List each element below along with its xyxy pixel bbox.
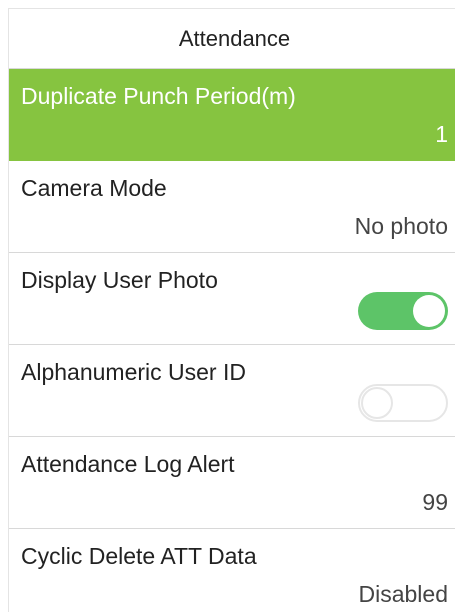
menu-item-camera-mode[interactable]: Camera Mode No photo	[9, 161, 455, 253]
alphanumeric-user-id-toggle[interactable]	[358, 384, 448, 422]
menu-item-attendance-log-alert[interactable]: Attendance Log Alert 99	[9, 437, 455, 529]
attendance-screen: Attendance Duplicate Punch Period(m) 1 C…	[8, 8, 455, 612]
menu-item-label: Camera Mode	[21, 175, 167, 201]
menu-item-duplicate-punch-period[interactable]: Duplicate Punch Period(m) 1	[9, 69, 455, 161]
menu-item-value: 99	[422, 489, 448, 515]
toggle-knob	[413, 295, 445, 327]
menu-item-cyclic-delete-att-data[interactable]: Cyclic Delete ATT Data Disabled	[9, 529, 455, 612]
menu-item-label: Display User Photo	[21, 267, 218, 293]
menu-item-label: Duplicate Punch Period(m)	[21, 83, 296, 109]
menu-item-label: Attendance Log Alert	[21, 451, 235, 477]
menu-item-value: No photo	[354, 213, 448, 239]
menu-item-value: 1	[435, 121, 448, 147]
menu-item-label: Cyclic Delete ATT Data	[21, 543, 257, 569]
page-title: Attendance	[9, 9, 455, 69]
toggle-knob	[361, 387, 393, 419]
menu-item-label: Alphanumeric User ID	[21, 359, 246, 385]
menu-item-display-user-photo[interactable]: Display User Photo	[9, 253, 455, 345]
menu-item-value: Disabled	[358, 581, 449, 607]
menu-item-alphanumeric-user-id[interactable]: Alphanumeric User ID	[9, 345, 455, 437]
display-user-photo-toggle[interactable]	[358, 292, 448, 330]
